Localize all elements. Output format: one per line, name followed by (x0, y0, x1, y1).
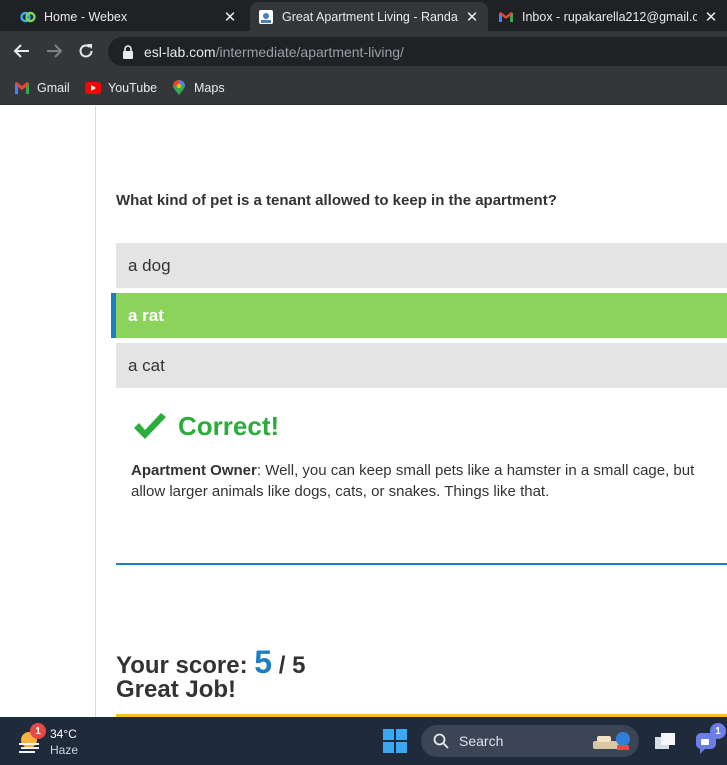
left-column-divider (95, 106, 96, 717)
speaker-name: Apartment Owner (131, 462, 257, 479)
search-highlight-icon (593, 732, 630, 750)
score-label: Your score: (116, 652, 248, 679)
quiz-question: What kind of pet is a tenant allowed to … (116, 192, 557, 209)
checkmark-icon (134, 412, 166, 439)
tab-close-icon[interactable]: ✕ (464, 9, 480, 26)
weather-condition: Haze (50, 743, 79, 757)
url-path: /intermediate/apartment-living/ (215, 43, 404, 60)
weather-widget[interactable]: 1 34°C Haze (16, 723, 96, 757)
explanation-line-2: allow larger animals like dogs, cats, or… (131, 483, 550, 500)
webex-icon (20, 9, 36, 25)
taskbar-search[interactable]: Search (421, 725, 639, 757)
answer-option-rat-selected[interactable]: a rat (111, 293, 727, 338)
tab-gmail[interactable]: Inbox - rupakarella212@gmail.com ✕ (490, 2, 727, 31)
correct-feedback: Correct! (132, 411, 279, 442)
bookmark-label: Gmail (37, 81, 70, 95)
answer-option-dog[interactable]: a dog (116, 243, 727, 288)
address-bar[interactable]: esl-lab.com/intermediate/apartment-livin… (108, 37, 727, 66)
score-value: 5 (254, 644, 273, 680)
bookmark-label: YouTube (108, 81, 158, 95)
weather-notification-badge: 1 (30, 723, 46, 739)
tab-close-icon[interactable]: ✕ (703, 9, 719, 26)
browser-tab-strip: Home - Webex ✕ Great Apartment Living - … (0, 0, 727, 31)
chat-notification-badge: 1 (710, 723, 726, 739)
search-label: Search (459, 733, 504, 749)
youtube-icon (85, 80, 101, 96)
page-content: What kind of pet is a tenant allowed to … (0, 106, 727, 717)
answer-option-cat[interactable]: a cat (116, 343, 727, 388)
section-divider (116, 563, 727, 565)
esl-lab-icon (258, 9, 274, 25)
gmail-icon (498, 9, 514, 25)
forward-arrow-icon[interactable] (42, 39, 66, 63)
tab-title: Great Apartment Living - Randall (282, 9, 458, 24)
maps-icon (171, 80, 187, 96)
score-total: / 5 (278, 652, 306, 679)
answer-explanation: Apartment Owner: Well, you can keep smal… (131, 460, 727, 502)
search-icon (433, 733, 449, 749)
bookmark-gmail[interactable]: Gmail (14, 79, 70, 97)
bookmark-label: Maps (194, 81, 225, 95)
windows-taskbar: 1 34°C Haze Search 1 (0, 717, 727, 765)
reload-icon[interactable] (74, 39, 98, 63)
score-message: Great Job! (116, 676, 237, 703)
explanation-line-1: : Well, you can keep small pets like a h… (256, 462, 695, 479)
tab-webex[interactable]: Home - Webex ✕ (12, 2, 246, 31)
gmail-icon (14, 80, 30, 96)
weather-temperature: 34°C (50, 727, 77, 741)
bookmarks-bar: Gmail YouTube Maps (0, 71, 727, 105)
tab-title: Home - Webex (44, 9, 128, 24)
url-host: esl-lab.com (144, 43, 216, 60)
bookmark-maps[interactable]: Maps (171, 79, 225, 97)
tab-esl-lab[interactable]: Great Apartment Living - Randall ✕ (250, 2, 488, 31)
task-view-icon[interactable] (652, 729, 678, 755)
browser-toolbar: esl-lab.com/intermediate/apartment-livin… (0, 31, 727, 71)
windows-start-icon[interactable] (383, 729, 407, 753)
tab-close-icon[interactable]: ✕ (222, 9, 238, 26)
lock-icon (122, 44, 134, 59)
feedback-text: Correct! (178, 411, 280, 441)
back-arrow-icon[interactable] (10, 39, 34, 63)
tab-title: Inbox - rupakarella212@gmail.com (522, 9, 697, 24)
bookmark-youtube[interactable]: YouTube (85, 79, 157, 97)
